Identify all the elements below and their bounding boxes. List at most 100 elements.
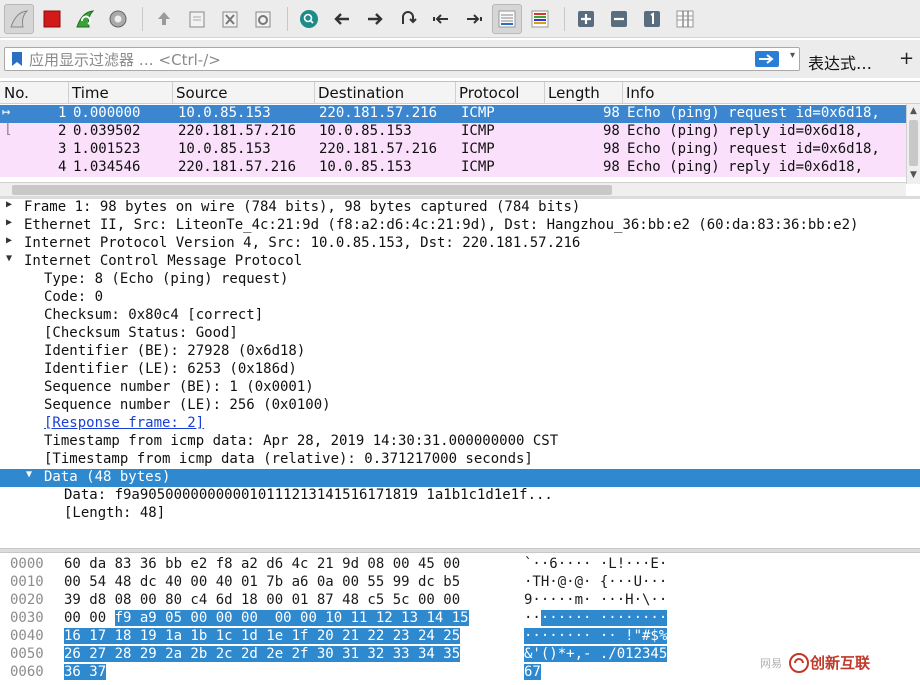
shark-fin-start-icon[interactable] bbox=[4, 3, 34, 34]
save-file-icon[interactable] bbox=[182, 4, 212, 34]
detail-row-icmp[interactable]: ▼ Internet Control Message Protocol bbox=[0, 253, 920, 271]
detail-text: Identifier (LE): 6253 (0x186d) bbox=[44, 361, 297, 377]
collapse-arrow-icon[interactable]: ▼ bbox=[6, 253, 18, 264]
column-divider[interactable] bbox=[455, 82, 456, 104]
packet-info: Echo (ping) reply id=0x6d18, bbox=[627, 123, 864, 139]
first-packet-icon[interactable] bbox=[426, 4, 456, 34]
column-divider[interactable] bbox=[172, 82, 173, 104]
detail-row-identifier-be[interactable]: Identifier (BE): 27928 (0x6d18) bbox=[0, 343, 920, 361]
column-no[interactable]: No. bbox=[4, 84, 29, 102]
byte-offset: 0000 bbox=[10, 556, 44, 572]
detail-row-seq-be[interactable]: Sequence number (BE): 1 (0x0001) bbox=[0, 379, 920, 397]
bookmark-icon[interactable] bbox=[11, 51, 23, 67]
scroll-thumb[interactable] bbox=[12, 185, 612, 195]
detail-row-type[interactable]: Type: 8 (Echo (ping) request) bbox=[0, 271, 920, 289]
packet-row[interactable]: ⌊ 2 0.039502 220.181.57.216 10.0.85.153 … bbox=[0, 121, 906, 141]
column-source[interactable]: Source bbox=[176, 84, 228, 102]
colorize-icon[interactable] bbox=[525, 4, 555, 34]
scroll-down-icon[interactable]: ▼ bbox=[910, 170, 917, 180]
expression-button[interactable]: 表达式… bbox=[808, 50, 872, 74]
reload-file-icon[interactable] bbox=[248, 4, 278, 34]
column-length[interactable]: Length bbox=[548, 84, 600, 102]
watermark-logo-text: 创新互联 bbox=[810, 654, 871, 672]
filter-dropdown-icon[interactable]: ▾ bbox=[790, 50, 795, 61]
packet-list-horizontal-scrollbar[interactable] bbox=[0, 182, 906, 196]
packet-list-vertical-scrollbar[interactable]: ▲ ▼ bbox=[906, 104, 920, 184]
go-to-packet-icon[interactable] bbox=[393, 4, 423, 34]
bytes-row[interactable]: 0030 00 00 f9 a9 05 00 00 00 00 00 10 11… bbox=[0, 610, 920, 628]
detail-row-code[interactable]: Code: 0 bbox=[0, 289, 920, 307]
byte-ascii: ·· bbox=[524, 610, 541, 626]
column-destination[interactable]: Destination bbox=[318, 84, 404, 102]
byte-offset: 0020 bbox=[10, 592, 44, 608]
expand-arrow-icon[interactable]: ▶ bbox=[6, 235, 18, 246]
detail-row-data-length[interactable]: [Length: 48] bbox=[0, 505, 920, 523]
close-file-icon[interactable] bbox=[215, 4, 245, 34]
restart-capture-icon[interactable] bbox=[70, 4, 100, 34]
expand-arrow-icon[interactable]: ▶ bbox=[6, 199, 18, 210]
add-filter-button[interactable]: + bbox=[899, 48, 914, 69]
column-protocol[interactable]: Protocol bbox=[459, 84, 519, 102]
packet-protocol: ICMP bbox=[461, 123, 495, 139]
zoom-out-icon[interactable] bbox=[604, 4, 634, 34]
packet-row[interactable]: ↦ 1 0.000000 10.0.85.153 220.181.57.216 … bbox=[0, 104, 906, 123]
column-divider[interactable] bbox=[622, 82, 623, 104]
byte-hex-highlight: f9 a9 05 00 00 00 00 00 10 11 12 13 14 1… bbox=[114, 610, 469, 626]
packet-length: 98 bbox=[603, 159, 620, 175]
column-time[interactable]: Time bbox=[72, 84, 109, 102]
packet-list: No. Time Source Destination Protocol Len… bbox=[0, 81, 920, 196]
detail-row-ethernet[interactable]: ▶ Ethernet II, Src: LiteonTe_4c:21:9d (f… bbox=[0, 217, 920, 235]
detail-row-checksum-status[interactable]: [Checksum Status: Good] bbox=[0, 325, 920, 343]
packet-row[interactable]: 3 1.001523 10.0.85.153 220.181.57.216 IC… bbox=[0, 141, 906, 159]
detail-row-timestamp-relative[interactable]: [Timestamp from icmp data (relative): 0.… bbox=[0, 451, 920, 469]
byte-offset: 0040 bbox=[10, 628, 44, 644]
packet-source: 10.0.85.153 bbox=[178, 105, 271, 121]
detail-row-data-value[interactable]: Data: f9a9050000000000101112131415161718… bbox=[0, 487, 920, 505]
packet-no: 2 bbox=[58, 123, 67, 139]
last-packet-icon[interactable] bbox=[459, 4, 489, 34]
detail-text: Sequence number (LE): 256 (0x0100) bbox=[44, 397, 331, 413]
detail-text: Code: 0 bbox=[44, 289, 104, 305]
capture-options-icon[interactable] bbox=[103, 4, 133, 34]
byte-hex-highlight: 36 37 bbox=[64, 664, 107, 680]
detail-row-identifier-le[interactable]: Identifier (LE): 6253 (0x186d) bbox=[0, 361, 920, 379]
scroll-thumb[interactable] bbox=[909, 120, 918, 166]
expand-arrow-icon[interactable]: ▶ bbox=[6, 217, 18, 228]
packet-time: 1.001523 bbox=[73, 141, 141, 157]
go-forward-icon[interactable] bbox=[360, 4, 390, 34]
detail-row-timestamp[interactable]: Timestamp from icmp data: Apr 28, 2019 1… bbox=[0, 433, 920, 451]
collapse-arrow-icon[interactable]: ▼ bbox=[26, 469, 38, 480]
detail-row-data[interactable]: ▼ Data (48 bytes) bbox=[0, 469, 920, 487]
detail-row-ipv4[interactable]: ▶ Internet Protocol Version 4, Src: 10.0… bbox=[0, 235, 920, 253]
packet-list-header: No. Time Source Destination Protocol Len… bbox=[0, 82, 920, 104]
byte-ascii: `··6···· ·L!···E· bbox=[524, 556, 668, 572]
detail-row-seq-le[interactable]: Sequence number (LE): 256 (0x0100) bbox=[0, 397, 920, 415]
bytes-row[interactable]: 0000 60 da 83 36 bb e2 f8 a2 d6 4c 21 9d… bbox=[0, 556, 920, 574]
column-info[interactable]: Info bbox=[626, 84, 654, 102]
column-divider[interactable] bbox=[314, 82, 315, 104]
find-packet-icon[interactable] bbox=[294, 4, 324, 34]
column-divider[interactable] bbox=[544, 82, 545, 104]
watermark-logo-icon bbox=[789, 652, 809, 673]
scroll-up-icon[interactable]: ▲ bbox=[910, 106, 917, 116]
detail-row-frame[interactable]: ▶ Frame 1: 98 bytes on wire (784 bits), … bbox=[0, 199, 920, 217]
bytes-row[interactable]: 0010 00 54 48 dc 40 00 40 01 7b a6 0a 00… bbox=[0, 574, 920, 592]
detail-row-checksum[interactable]: Checksum: 0x80c4 [correct] bbox=[0, 307, 920, 325]
display-filter-input[interactable]: 应用显示过滤器 … <Ctrl-/> ▾ bbox=[4, 47, 800, 71]
open-file-icon[interactable] bbox=[149, 4, 179, 34]
normal-size-icon[interactable] bbox=[637, 4, 667, 34]
apply-filter-icon[interactable] bbox=[755, 51, 779, 67]
autoscroll-icon[interactable] bbox=[492, 3, 522, 34]
bytes-row[interactable]: 0020 39 d8 08 00 80 c4 6d 18 00 01 87 48… bbox=[0, 592, 920, 610]
packet-time: 0.000000 bbox=[73, 105, 141, 121]
packet-row[interactable]: 4 1.034546 220.181.57.216 10.0.85.153 IC… bbox=[0, 159, 906, 177]
zoom-in-icon[interactable] bbox=[571, 4, 601, 34]
stop-capture-icon[interactable] bbox=[37, 4, 67, 34]
detail-row-response-frame[interactable]: [Response frame: 2] bbox=[0, 415, 920, 433]
packet-info: Echo (ping) reply id=0x6d18, bbox=[627, 159, 864, 175]
response-frame-link[interactable]: [Response frame: 2] bbox=[44, 415, 204, 431]
detail-text: Ethernet II, Src: LiteonTe_4c:21:9d (f8:… bbox=[24, 217, 859, 233]
column-divider[interactable] bbox=[68, 82, 69, 104]
go-back-icon[interactable] bbox=[327, 4, 357, 34]
resize-columns-icon[interactable] bbox=[670, 4, 700, 34]
